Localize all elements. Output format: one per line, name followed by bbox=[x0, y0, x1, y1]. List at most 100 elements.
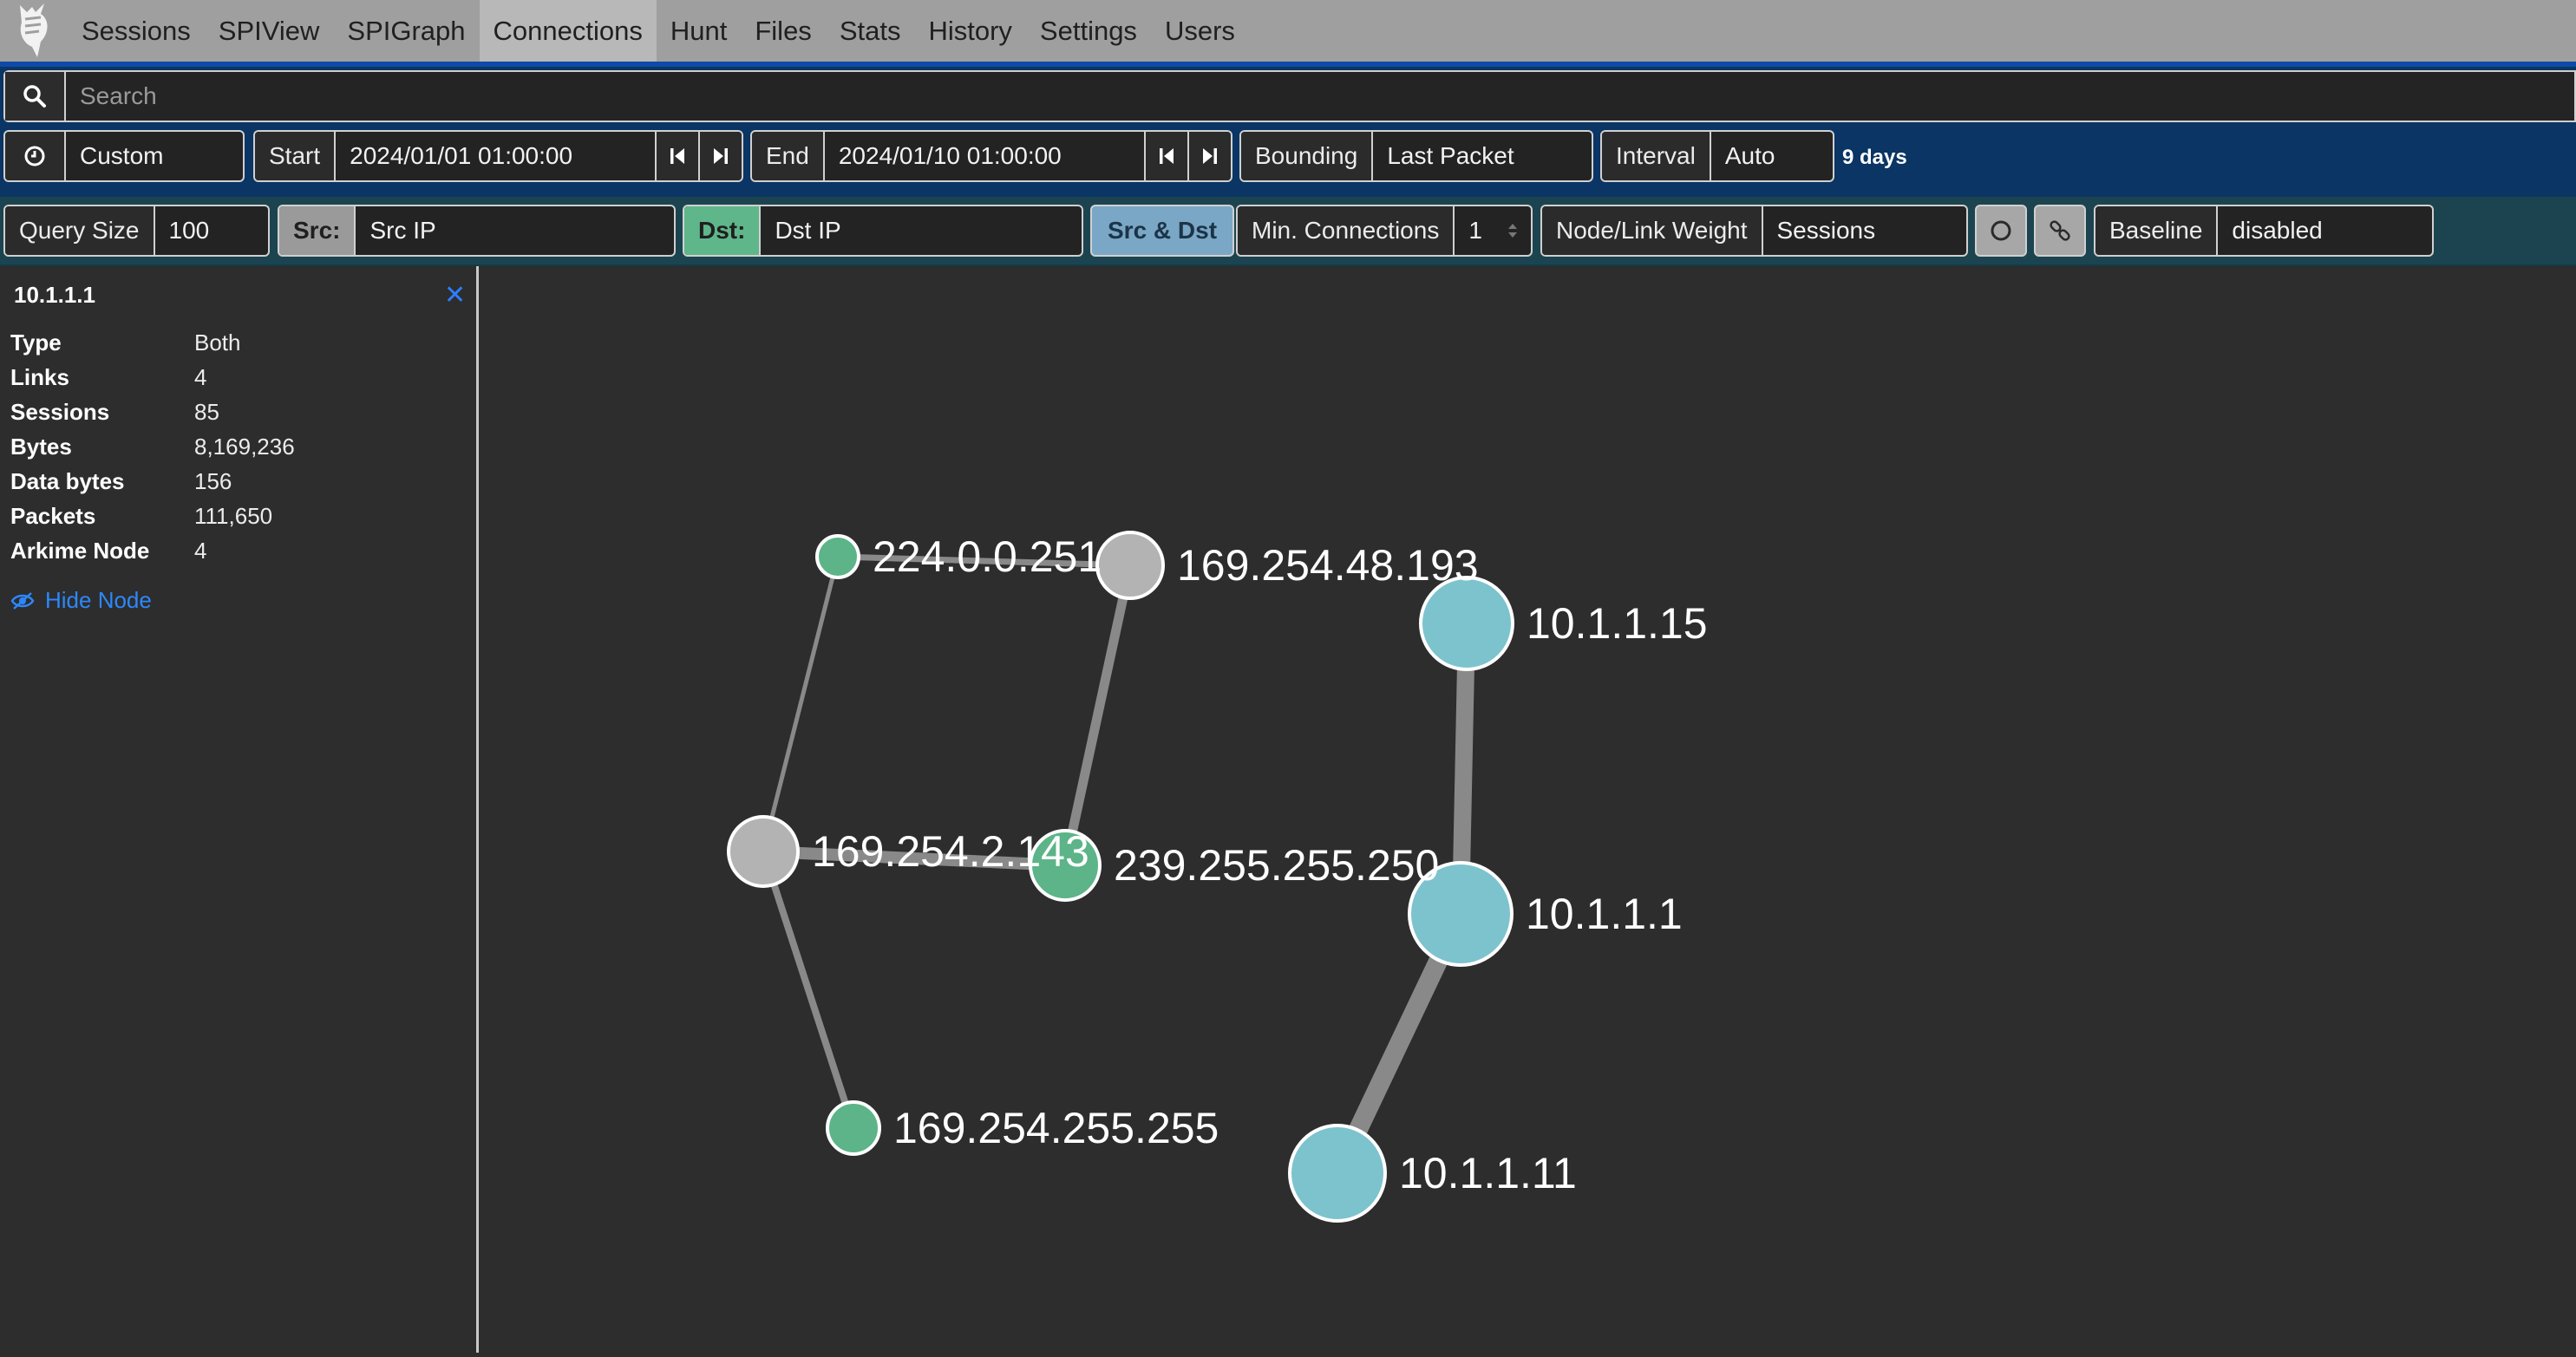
connections-options-bar: Query Size 100 Src: Src IP Dst: Dst IP S… bbox=[0, 197, 2576, 266]
circle-icon bbox=[1991, 220, 2011, 241]
top-navbar: Sessions SPIView SPIGraph Connections Hu… bbox=[0, 0, 2576, 67]
dst-field-input[interactable]: Dst IP bbox=[761, 206, 1082, 255]
search-box bbox=[3, 70, 2576, 122]
graph-node[interactable] bbox=[727, 815, 800, 888]
time-range-select[interactable]: Custom bbox=[3, 130, 245, 182]
show-link-labels-button[interactable] bbox=[2034, 205, 2086, 257]
query-size-label: Query Size bbox=[5, 206, 155, 255]
interval-label: Interval bbox=[1602, 132, 1711, 180]
node-link-weight-select[interactable]: Sessions bbox=[1763, 206, 1967, 255]
close-icon[interactable]: ✕ bbox=[444, 280, 466, 310]
end-next-button[interactable] bbox=[1187, 132, 1231, 180]
src-field-input[interactable]: Src IP bbox=[356, 206, 674, 255]
graph-node[interactable] bbox=[1288, 1124, 1387, 1223]
nav-settings[interactable]: Settings bbox=[1026, 0, 1151, 62]
link-icon bbox=[2050, 220, 2070, 241]
nav-connections[interactable]: Connections bbox=[479, 0, 657, 62]
search-icon bbox=[23, 85, 46, 108]
start-prev-button[interactable] bbox=[655, 132, 698, 180]
search-input[interactable] bbox=[66, 72, 2574, 121]
node-detail-panel: 10.1.1.1 ✕ Type Both Links 4 Sessions 85… bbox=[0, 266, 479, 1353]
arkime-owl-logo[interactable] bbox=[0, 0, 68, 62]
detail-row-bytes: Bytes 8,169,236 bbox=[10, 434, 461, 468]
bounding-select[interactable]: Last Packet bbox=[1373, 132, 1592, 180]
nav-spigraph[interactable]: SPIGraph bbox=[333, 0, 479, 62]
end-time-group: End 2024/01/10 01:00:00 bbox=[750, 130, 1232, 182]
start-label: Start bbox=[255, 132, 337, 180]
detail-key: Packets bbox=[10, 503, 96, 529]
nav-hunt[interactable]: Hunt bbox=[657, 0, 741, 62]
graph-node-label: 10.1.1.11 bbox=[1399, 1149, 1577, 1197]
unlock-nodes-button[interactable] bbox=[1975, 205, 2027, 257]
detail-key: Links bbox=[10, 364, 69, 390]
nav-history[interactable]: History bbox=[914, 0, 1025, 62]
baseline-select[interactable]: disabled bbox=[2218, 206, 2432, 255]
min-connections-input[interactable]: 1 bbox=[1455, 206, 1507, 255]
skip-back-icon bbox=[670, 148, 684, 164]
end-label: End bbox=[752, 132, 825, 180]
skip-forward-icon bbox=[1203, 148, 1217, 164]
detail-value: 4 bbox=[194, 364, 207, 390]
graph-link[interactable] bbox=[760, 850, 857, 1130]
time-range-bar: Custom Start 2024/01/01 01:00:00 End 202… bbox=[0, 124, 2576, 197]
node-link-weight-group: Node/Link Weight Sessions bbox=[1540, 205, 1968, 257]
end-time-input[interactable]: 2024/01/10 01:00:00 bbox=[825, 132, 1144, 180]
src-label: Src: bbox=[279, 206, 356, 255]
bounding-label: Bounding bbox=[1241, 132, 1374, 180]
graph-node[interactable] bbox=[815, 534, 860, 579]
graph-node-label: 239.255.255.250 bbox=[1114, 841, 1439, 890]
detail-key: Bytes bbox=[10, 434, 72, 460]
search-button[interactable] bbox=[5, 72, 66, 121]
time-duration: 9 days bbox=[1842, 146, 1907, 169]
detail-row-type: Type Both bbox=[10, 329, 461, 364]
graph-node[interactable] bbox=[1095, 531, 1165, 600]
baseline-label: Baseline bbox=[2095, 206, 2219, 255]
graph-node-label: 10.1.1.1 bbox=[1526, 890, 1683, 938]
connections-graph[interactable]: 224.0.0.251 169.254.48.193 169.254.2.143 23… bbox=[481, 266, 2576, 1353]
hide-node-link[interactable]: Hide Node bbox=[10, 587, 152, 614]
detail-key: Data bytes bbox=[10, 468, 125, 494]
nav-spiview[interactable]: SPIView bbox=[205, 0, 334, 62]
graph-node-label: 224.0.0.251 bbox=[873, 532, 1102, 581]
graph-node-label: 169.254.255.255 bbox=[893, 1104, 1219, 1152]
nav-users[interactable]: Users bbox=[1151, 0, 1249, 62]
graph-node[interactable] bbox=[826, 1100, 881, 1156]
start-next-button[interactable] bbox=[698, 132, 742, 180]
detail-value: 111,650 bbox=[194, 503, 273, 529]
graph-node-label: 169.254.48.193 bbox=[1177, 541, 1479, 590]
min-connections-group: Min. Connections 1 bbox=[1236, 205, 1533, 257]
baseline-group: Baseline disabled bbox=[2094, 205, 2434, 257]
start-time-input[interactable]: 2024/01/01 01:00:00 bbox=[336, 132, 655, 180]
src-dst-toggle-button[interactable]: Src & Dst bbox=[1090, 205, 1235, 257]
clock-icon bbox=[5, 132, 66, 180]
hide-node-label: Hide Node bbox=[45, 587, 152, 613]
graph-link[interactable] bbox=[761, 556, 840, 852]
graph-canvas[interactable]: 224.0.0.251 169.254.48.193 169.254.2.143 23… bbox=[481, 266, 2576, 1353]
detail-row-arkime-node: Arkime Node 4 bbox=[10, 538, 461, 572]
graph-node-label: 10.1.1.15 bbox=[1527, 599, 1708, 648]
node-link-weight-label: Node/Link Weight bbox=[1542, 206, 1763, 255]
nav-stats[interactable]: Stats bbox=[826, 0, 915, 62]
nav-files[interactable]: Files bbox=[741, 0, 825, 62]
query-size-group: Query Size 100 bbox=[3, 205, 270, 257]
detail-value: 156 bbox=[194, 468, 232, 494]
detail-value: 85 bbox=[194, 399, 219, 425]
eye-slash-icon bbox=[10, 591, 35, 610]
interval-select[interactable]: Auto bbox=[1711, 132, 1833, 180]
detail-row-links: Links 4 bbox=[10, 364, 461, 399]
spinner-icon[interactable] bbox=[1507, 206, 1531, 255]
time-range-value: Custom bbox=[80, 142, 164, 169]
src-field-group: Src: Src IP bbox=[278, 205, 676, 257]
graph-node[interactable] bbox=[1419, 576, 1514, 671]
end-prev-button[interactable] bbox=[1144, 132, 1187, 180]
nav-sessions[interactable]: Sessions bbox=[68, 0, 205, 62]
start-time-group: Start 2024/01/01 01:00:00 bbox=[253, 130, 743, 182]
skip-forward-icon bbox=[714, 148, 728, 164]
query-size-select[interactable]: 100 bbox=[155, 206, 269, 255]
dst-label: Dst: bbox=[684, 206, 762, 255]
bounding-group: Bounding Last Packet bbox=[1239, 130, 1593, 182]
graph-node-label: 169.254.2.143 bbox=[812, 827, 1089, 876]
detail-value: 8,169,236 bbox=[194, 434, 295, 460]
detail-key: Arkime Node bbox=[10, 538, 150, 564]
graph-link[interactable] bbox=[1060, 564, 1135, 867]
